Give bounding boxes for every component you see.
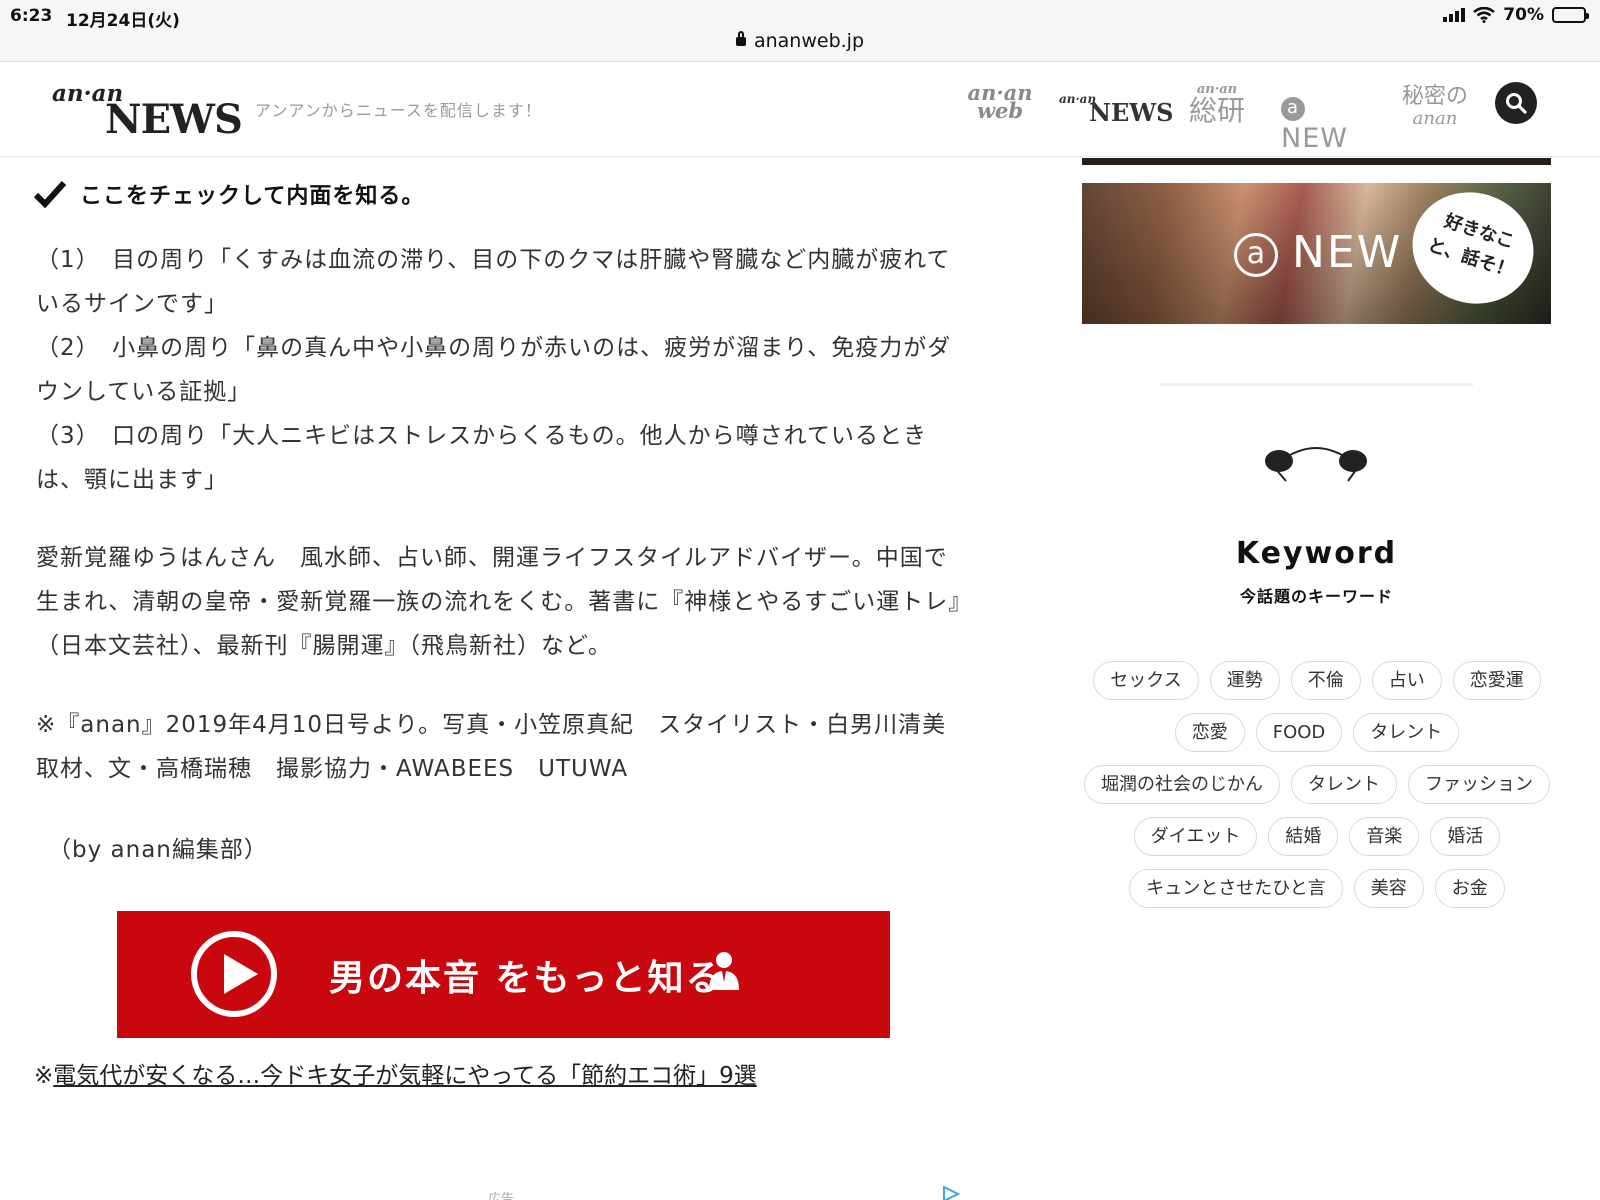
ad-label: 広告	[488, 1192, 515, 1200]
play-icon	[191, 931, 277, 1017]
anew-mark-icon: a	[1281, 97, 1305, 121]
anan-news-logo[interactable]: an·an NEWS	[52, 76, 243, 146]
keyword-tag[interactable]: タレント	[1353, 713, 1460, 752]
status-bar: 6:23 12月24日(火) 70% ananweb.jp	[0, 0, 1600, 62]
keyword-tag[interactable]: お金	[1434, 869, 1505, 908]
check-points: （1） 目の周り「くすみは血流の滞り、目の下のクマは肝臓や腎臓など内臓が疲れてい…	[36, 247, 952, 493]
status-indicators: 70%	[1443, 5, 1589, 25]
nav-himitsu-top: 秘密の	[1401, 84, 1468, 109]
keyword-tag[interactable]: 不倫	[1290, 661, 1361, 700]
keyword-title: Keyword	[1235, 536, 1398, 571]
lock-icon	[735, 31, 746, 46]
nav-anan-web[interactable]: an·an web	[955, 82, 1045, 121]
nav-himitsu-no-anan[interactable]: 秘密の anan	[1400, 84, 1470, 128]
keyword-tag[interactable]: ダイエット	[1133, 817, 1258, 856]
keyword-tag[interactable]: 運勢	[1209, 661, 1280, 700]
battery-icon	[1552, 7, 1589, 23]
check-heading: ここをチェックして内面を知る。	[34, 178, 424, 210]
keyword-tag[interactable]: 占い	[1371, 661, 1442, 700]
wifi-icon	[1473, 7, 1496, 23]
related-article-link[interactable]: 電気代が安くなる…今ドキ女子が気軽にやってる「節約エコ術」9選	[53, 1063, 756, 1089]
byline: （by anan編集部）	[48, 837, 268, 863]
keyword-tag[interactable]: FOOD	[1255, 713, 1343, 752]
status-date: 12月24日(火)	[66, 11, 180, 31]
keyword-tags: セックス 運勢 不倫 占い 恋愛運 恋愛 FOOD タレント 堀潤の社会のじかん タレント ファッシ…	[1080, 661, 1554, 908]
keyword-tag[interactable]: 恋愛	[1174, 713, 1245, 752]
nav-anan-news-sub: NEWS	[1089, 98, 1174, 127]
site-header: an·an NEWS アンアンからニュースを配信します！ an·an web a…	[0, 62, 1600, 157]
nav-anew[interactable]: aNEW	[1281, 92, 1348, 154]
checkmark-icon	[34, 180, 66, 208]
keyword-subtitle: 今話題のキーワード	[1239, 587, 1393, 606]
profile-paragraph: 愛新覚羅ゆうはんさん 風水師、占い師、開運ライフスタイルアドバイザー。中国で生ま…	[36, 545, 961, 659]
keyword-tag[interactable]: 音楽	[1349, 817, 1420, 856]
battery-percent: 70%	[1503, 5, 1544, 25]
article-body: ここをチェックして内面を知る。 （1） 目の周り「くすみは血流の滞り、目の下のク…	[0, 158, 1000, 1200]
tagline: アンアンからニュースを配信します！	[255, 101, 542, 120]
search-icon	[1506, 93, 1527, 114]
keyword-tag[interactable]: 結婚	[1268, 817, 1339, 856]
keyword-tag[interactable]: 婚活	[1430, 817, 1501, 856]
credits-paragraph: ※『anan』2019年4月10日号より。写真・小笠原真紀 スタイリスト・白男川…	[36, 712, 971, 782]
nav-soken-sub: 総研	[1188, 94, 1245, 127]
sidebar-top-image-edge	[1082, 158, 1551, 165]
keyword-tag[interactable]: 恋愛運	[1452, 661, 1541, 700]
logo-news: NEWS	[105, 96, 243, 143]
keyword-tag[interactable]: 堀潤の社会のじかん	[1084, 765, 1280, 804]
nav-anan-soken[interactable]: an·an 総研	[1183, 83, 1251, 127]
sidebar-divider	[1160, 383, 1473, 386]
anew-banner[interactable]: a NEW 好きなこと、話そ！	[1082, 183, 1551, 324]
address-bar[interactable]: ananweb.jp	[0, 30, 1600, 52]
nav-himitsu-sub: anan	[1412, 108, 1458, 129]
related-prefix: ※	[34, 1063, 54, 1089]
panda-ears-icon	[1265, 447, 1367, 482]
adchoices-icon[interactable]	[942, 1186, 960, 1200]
anew-banner-text: NEW	[1292, 227, 1403, 278]
banner-text: 男の本音 をもっと知る	[329, 958, 724, 999]
nav-anew-text: NEW	[1281, 123, 1348, 154]
men-honne-banner[interactable]: 男の本音 をもっと知る	[117, 911, 890, 1038]
person-icon	[709, 952, 739, 990]
anew-mark-icon: a	[1234, 233, 1278, 277]
keyword-tag[interactable]: ファッション	[1408, 765, 1550, 804]
related-article: ※電気代が安くなる…今ドキ女子が気軽にやってる「節約エコ術」9選	[34, 1056, 757, 1090]
keyword-tag[interactable]: セックス	[1093, 661, 1199, 700]
url-text: ananweb.jp	[753, 30, 865, 52]
check-heading-text: ここをチェックして内面を知る。	[80, 184, 425, 209]
speech-bubble-text: 好きなこと、話そ！	[1425, 210, 1517, 283]
keyword-tag[interactable]: 美容	[1353, 869, 1424, 908]
status-time: 6:23	[10, 6, 53, 26]
keyword-tag[interactable]: タレント	[1291, 765, 1397, 804]
cellular-signal-icon	[1443, 8, 1466, 22]
keyword-tag[interactable]: キュンとさせたひと言	[1129, 869, 1343, 908]
search-button[interactable]	[1495, 82, 1537, 124]
